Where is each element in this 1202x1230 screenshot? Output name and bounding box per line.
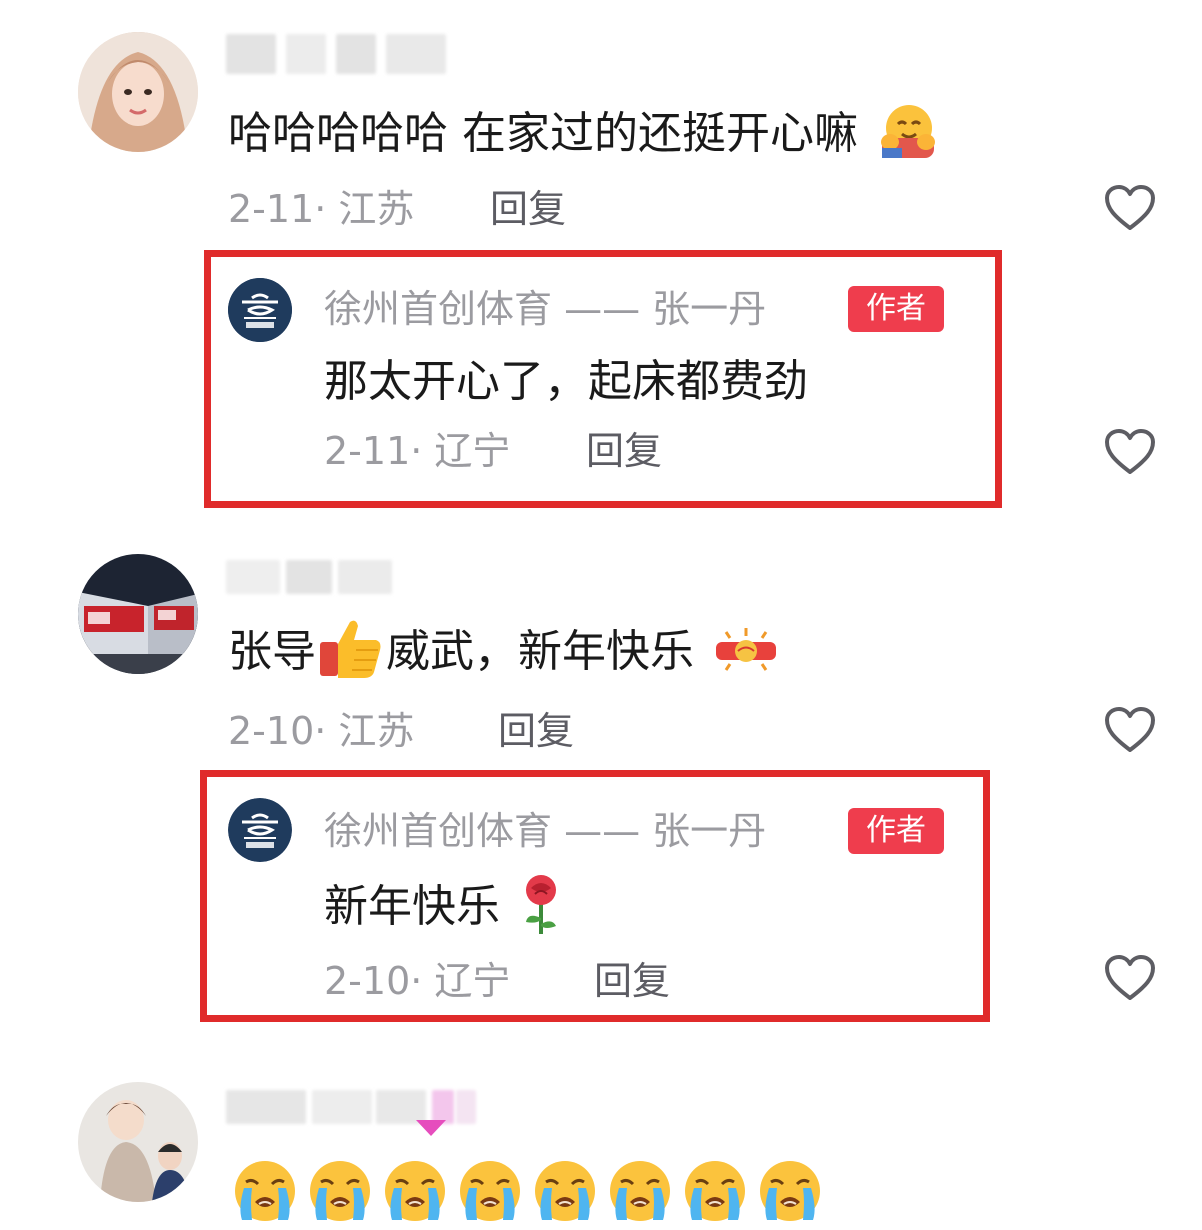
loudly-crying-face-emoji-icon — [760, 1161, 820, 1221]
heart-outline-icon[interactable] — [1104, 954, 1156, 1002]
rose-emoji-icon — [526, 875, 556, 934]
user-avatar-image — [78, 32, 198, 152]
author-reply-meta: 2-10· 辽宁 — [324, 959, 511, 1003]
user-avatar-image — [78, 1082, 198, 1202]
loudly-crying-face-emoji-icon — [310, 1161, 370, 1221]
reply-button[interactable]: 回复 — [586, 432, 662, 470]
reply-button[interactable]: 回复 — [498, 712, 574, 750]
loudly-crying-face-emoji-icon — [460, 1161, 520, 1221]
heart-outline-icon[interactable] — [1104, 184, 1156, 232]
author-avatar[interactable] — [228, 278, 292, 342]
heart-outline-icon[interactable] — [1104, 706, 1156, 754]
comment-text-part: 张导 — [228, 626, 316, 677]
author-reply-text: 那太开心了，起床都费劲 — [324, 356, 808, 407]
comment-text: 哈哈哈哈哈 在家过的还挺开心嘛 — [228, 105, 936, 160]
author-reply-text: 新年快乐 — [324, 875, 564, 936]
comment-meta: 2-11· 江苏 — [228, 187, 415, 231]
hug-emoji-icon — [881, 105, 935, 158]
loudly-crying-face-emoji-icon — [235, 1161, 295, 1221]
crying-emoji-row — [232, 1158, 832, 1228]
loudly-crying-face-emoji-icon — [610, 1161, 670, 1221]
author-avatar[interactable] — [228, 798, 292, 862]
user-avatar[interactable] — [78, 32, 198, 152]
author-logo-icon — [228, 278, 292, 342]
author-reply-meta: 2-11· 辽宁 — [324, 429, 511, 473]
comment-meta: 2-10· 江苏 — [228, 709, 415, 753]
username-blurred[interactable] — [226, 560, 392, 594]
heart-outline-icon[interactable] — [1104, 428, 1156, 476]
author-badge: 作者 — [848, 808, 944, 854]
author-logo-icon — [228, 798, 292, 862]
firecracker-emoji-icon — [716, 628, 776, 671]
loudly-crying-face-emoji-icon — [385, 1161, 445, 1221]
author-badge: 作者 — [848, 286, 944, 332]
author-name[interactable]: 徐州首创体育 —— 张一丹 — [324, 290, 766, 328]
comment-text-part: 威武，新年快乐 — [386, 626, 694, 677]
thumbs-up-emoji-icon — [320, 620, 381, 678]
comment-text-content: 哈哈哈哈哈 在家过的还挺开心嘛 — [228, 108, 858, 159]
vip-marker-icon — [416, 1120, 446, 1136]
user-avatar-image — [78, 554, 198, 674]
username-blurred[interactable] — [226, 1090, 476, 1124]
username-blurred[interactable] — [226, 34, 446, 74]
reply-button[interactable]: 回复 — [490, 190, 566, 228]
reply-button[interactable]: 回复 — [594, 962, 670, 1000]
user-avatar[interactable] — [78, 554, 198, 674]
loudly-crying-face-emoji-icon — [535, 1161, 595, 1221]
author-reply-text-content: 新年快乐 — [324, 881, 500, 932]
comment-text: 张导 威武，新年快乐 — [228, 620, 782, 680]
loudly-crying-face-emoji-icon — [685, 1161, 745, 1221]
author-name[interactable]: 徐州首创体育 —— 张一丹 — [324, 812, 766, 850]
user-avatar[interactable] — [78, 1082, 198, 1202]
